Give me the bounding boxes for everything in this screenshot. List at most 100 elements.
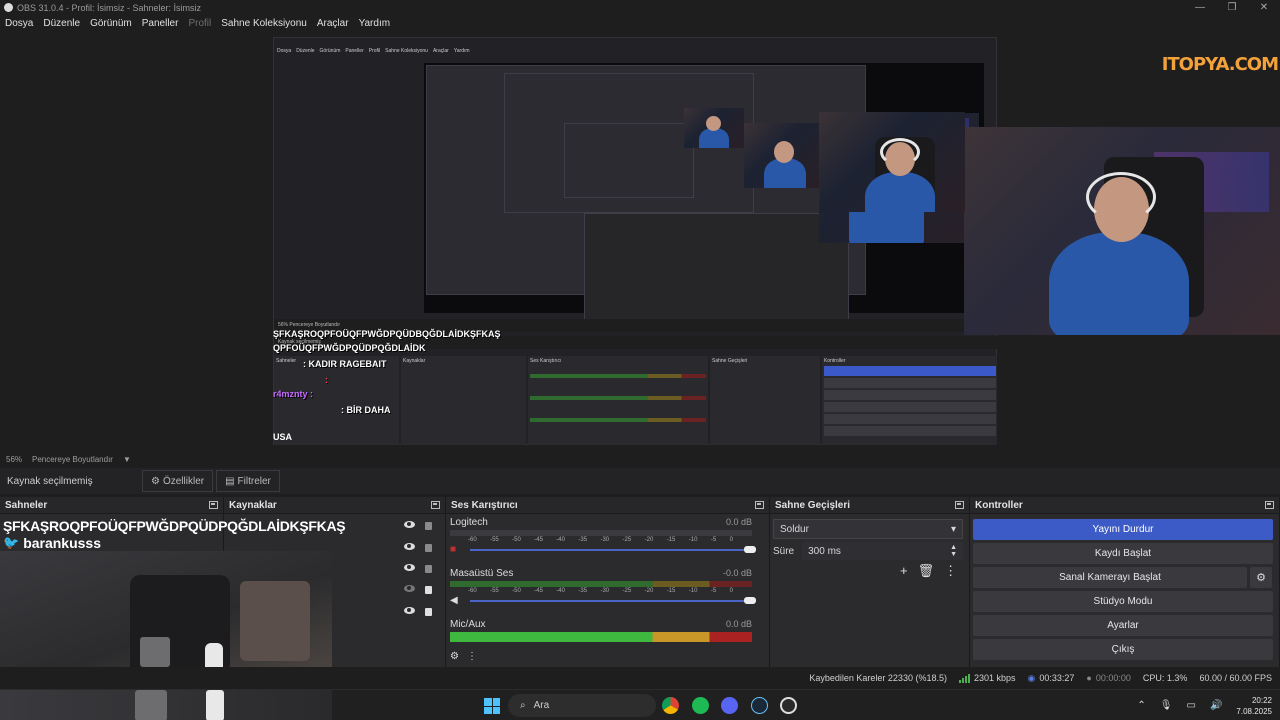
lock-icon[interactable] — [425, 586, 432, 594]
menu-bar: Dosya Düzenle Görünüm Paneller Profil Sa… — [0, 15, 1280, 32]
slider-handle[interactable] — [744, 597, 756, 604]
fit-to-window-button[interactable]: Pencereye Boyutlandır — [32, 455, 113, 464]
stop-stream-button[interactable]: Yayını Durdur — [973, 519, 1273, 540]
undock-icon[interactable] — [209, 501, 218, 509]
mixer-channel-desktop: Masaüstü Ses -0.0 dB -60 -55 -50 -45 -40 -35 -3… — [450, 568, 756, 606]
preview-canvas[interactable]: Dosya Düzenle Görünüm Paneller Profil Sahne K… — [273, 37, 997, 445]
source-item[interactable] — [404, 564, 444, 573]
properties-button[interactable]: ⚙ Özellikler — [142, 470, 214, 492]
muted-speaker-icon[interactable]: ■ — [450, 545, 462, 555]
webcam-thumb — [684, 108, 744, 148]
volume-slider[interactable] — [470, 597, 756, 604]
meter-tick-label: -50 — [512, 588, 521, 594]
volume-meter — [450, 632, 752, 642]
filters-button[interactable]: ▤ Filtreler — [216, 470, 280, 492]
spin-icon[interactable]: ▲ ▼ — [950, 544, 957, 558]
volume-slider[interactable] — [470, 546, 756, 553]
more-icon[interactable]: ⋮ — [944, 563, 957, 579]
discord-icon[interactable] — [721, 697, 738, 714]
nested-obs-window: Dosya Düzenle Görünüm Paneller Profil Sahne K… — [273, 37, 997, 445]
trash-icon[interactable]: 🗑 — [918, 563, 935, 579]
preview-area[interactable]: Dosya Düzenle Görünüm Paneller Profil Sahne K… — [0, 32, 1280, 450]
chevron-up-icon[interactable]: ⌃ — [1137, 700, 1145, 711]
steam-icon[interactable] — [751, 697, 768, 714]
dock-area: Sahneler Kaynaklar ŞFKAŞROQPFOÜQFPWĞDPQÜ… — [0, 497, 1280, 667]
add-icon[interactable]: + — [900, 563, 908, 579]
menu-scene-collection[interactable]: Sahne Koleksiyonu — [221, 18, 307, 29]
menu-edit[interactable]: Düzenle — [43, 18, 80, 29]
network-icon[interactable]: ▭ — [1187, 700, 1196, 711]
start-icon[interactable] — [484, 698, 500, 714]
menu-profile[interactable]: Profil — [188, 18, 211, 29]
webcam-overflow — [0, 690, 332, 720]
lock-icon[interactable] — [425, 544, 432, 552]
eye-icon[interactable] — [404, 564, 415, 571]
virtual-camera-settings-icon[interactable]: ⚙ — [1250, 567, 1272, 588]
meter-ticks: -60 -55 -50 -45 -40 -35 -30 -25 -20 -15 -10 -5 0 — [450, 537, 752, 543]
transitions-dock: Sahne Geçişleri Soldur ▾ Süre 300 ms ▲ ▼ + … — [770, 497, 970, 667]
webcam-feed — [0, 551, 332, 667]
meter-tick-label: -45 — [534, 588, 543, 594]
settings-button[interactable]: Ayarlar — [973, 615, 1273, 636]
undock-icon[interactable] — [431, 501, 440, 509]
volume-icon[interactable]: 🔊 — [1210, 700, 1222, 711]
chrome-icon[interactable] — [662, 697, 679, 714]
menu-tools[interactable]: Araçlar — [317, 18, 349, 29]
overlay-chat-2: : — [325, 375, 328, 385]
slider-handle[interactable] — [744, 546, 756, 553]
speaker-icon[interactable]: ◀ — [450, 596, 462, 606]
chevron-down-icon[interactable]: ▼ — [123, 455, 131, 464]
meter-tick-label: -55 — [490, 588, 499, 594]
transition-select[interactable]: Soldur ▾ — [773, 519, 963, 539]
transition-duration: Süre 300 ms ▲ ▼ — [773, 542, 963, 560]
menu-file[interactable]: Dosya — [5, 18, 33, 29]
undock-icon[interactable] — [1265, 501, 1274, 509]
obs-icon[interactable] — [780, 697, 797, 714]
meter-tick-label: -25 — [622, 537, 632, 543]
start-virtual-camera-button[interactable]: Sanal Kamerayı Başlat — [973, 567, 1247, 588]
maximize-button[interactable]: ❐ — [1216, 0, 1248, 15]
lock-icon[interactable] — [425, 522, 432, 530]
taskbar-search[interactable]: ⌕ Ara — [508, 694, 656, 717]
eye-icon[interactable] — [404, 607, 415, 614]
clock[interactable]: 20:22 7.08.2025 — [1236, 695, 1272, 717]
lock-icon[interactable] — [425, 608, 432, 616]
chevron-down-icon: ▾ — [950, 523, 956, 535]
scene-name[interactable]: ŞFKAŞROQPFOÜQFPWĞDPQÜDPQĞDLAİDKŞFKAŞ — [3, 518, 346, 534]
source-item[interactable] — [404, 521, 444, 530]
minimize-button[interactable]: — — [1184, 0, 1216, 15]
exit-button[interactable]: Çıkış — [973, 639, 1273, 660]
mixer-footer: ⚙ ⋮ — [450, 651, 477, 662]
close-button[interactable]: ✕ — [1248, 0, 1280, 15]
menu-docks[interactable]: Paneller — [142, 18, 179, 29]
source-toolbar: Kaynak seçilmemiş ⚙ Özellikler ▤ Filtreler — [0, 468, 1280, 494]
mic-icon[interactable]: 🎙 — [1160, 700, 1173, 711]
cpu-usage: CPU: 1.3% — [1142, 673, 1188, 683]
undock-icon[interactable] — [955, 501, 964, 509]
start-recording-button[interactable]: Kaydı Başlat — [973, 543, 1273, 564]
studio-mode-button[interactable]: Stüdyo Modu — [973, 591, 1273, 612]
gear-icon[interactable]: ⚙ — [450, 651, 459, 662]
record-timer: ● 00:00:00 — [1086, 673, 1131, 683]
eye-hidden-icon[interactable] — [404, 585, 415, 592]
controls-dock: Kontroller Yayını Durdur Kaydı Başlat Sa… — [970, 497, 1280, 667]
menu-view[interactable]: Görünüm — [90, 18, 132, 29]
meter-tick-label: -55 — [490, 537, 499, 543]
meter-tick-label: -30 — [600, 588, 610, 594]
eye-icon[interactable] — [404, 543, 415, 550]
window-title: OBS 31.0.4 - Profil: İsimsiz - Sahneler:… — [17, 2, 202, 13]
source-item[interactable] — [404, 543, 444, 552]
overlay-title-1: ŞFKAŞROQPFOÜQFPWĞDPQÜDBQĞDLAİDKŞFKAŞ — [273, 329, 501, 339]
menu-help[interactable]: Yardım — [359, 18, 391, 29]
source-item[interactable] — [404, 607, 444, 616]
stream-icon: ◉ — [1027, 672, 1036, 683]
lock-icon[interactable] — [425, 565, 432, 573]
eye-icon[interactable] — [404, 521, 415, 528]
more-icon[interactable]: ⋮ — [467, 651, 477, 662]
spotify-icon[interactable] — [692, 697, 709, 714]
signal-icon — [958, 673, 970, 683]
meter-tick-label: -60 — [468, 537, 477, 543]
undock-icon[interactable] — [755, 501, 764, 509]
source-item[interactable] — [404, 585, 444, 594]
duration-input[interactable]: 300 ms ▲ ▼ — [802, 542, 963, 560]
